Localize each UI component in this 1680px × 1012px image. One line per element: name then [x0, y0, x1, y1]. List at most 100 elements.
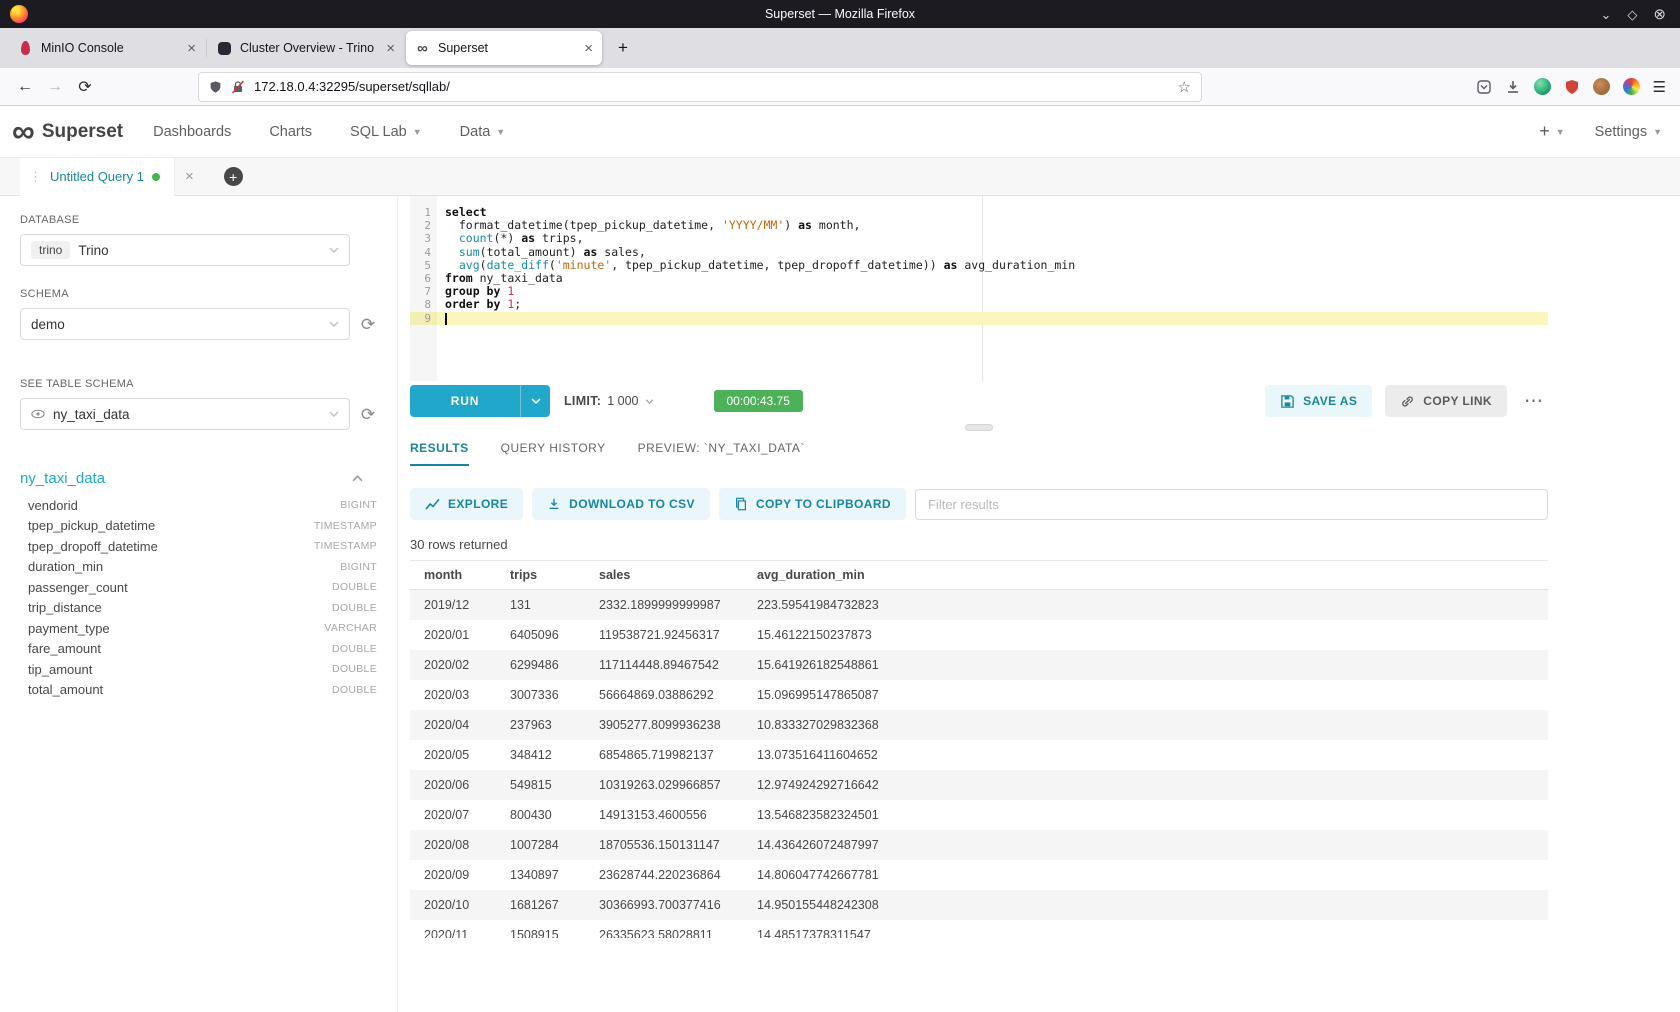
chart-line-icon: [425, 498, 440, 511]
nav-data[interactable]: Data▼: [460, 124, 506, 140]
results-cell: 119538721.92456317: [585, 620, 743, 650]
chevron-down-icon: ▼: [413, 127, 422, 137]
settings-menu[interactable]: Settings▼: [1595, 124, 1662, 140]
window-close-icon[interactable]: ⊗: [1653, 7, 1666, 22]
results-cell: 348412: [496, 740, 585, 770]
rows-returned-text: 30 rows returned: [410, 537, 1548, 552]
results-cell: 2019/12: [410, 590, 496, 621]
results-row: 2020/0780043014913153.460055613.54682358…: [410, 800, 1548, 830]
line-number: 8: [410, 298, 437, 311]
query-tab-close-icon[interactable]: ×: [185, 168, 194, 185]
new-tab-button[interactable]: +: [609, 34, 637, 62]
browser-tab-superset[interactable]: ∞ Superset ×: [406, 31, 602, 65]
results-cell: 14.950155448242308: [743, 890, 1548, 920]
refresh-table-icon[interactable]: ⟳: [359, 406, 377, 423]
results-column-header[interactable]: trips: [496, 561, 585, 590]
download-csv-button[interactable]: DOWNLOAD TO CSV: [532, 488, 710, 520]
results-cell: 14.436426072487997: [743, 830, 1548, 860]
nav-sql-lab[interactable]: SQL Lab▼: [350, 124, 422, 140]
url-bar[interactable]: 172.18.0.4:32295/superset/sqllab/ ☆: [198, 72, 1202, 102]
back-button[interactable]: ←: [10, 73, 40, 101]
menu-icon[interactable]: ☰: [1653, 78, 1666, 96]
results-cell: 1007284: [496, 830, 585, 860]
tracking-shield-icon[interactable]: [209, 80, 222, 94]
code-line: from ny_taxi_data: [437, 272, 1548, 285]
extension-green-icon[interactable]: [1534, 78, 1551, 95]
query-tab-active[interactable]: ⋮ Untitled Query 1: [20, 158, 175, 196]
drag-dots-icon[interactable]: ⋮: [29, 169, 42, 185]
results-row: 2020/026299486117114448.8946754215.64192…: [410, 650, 1548, 680]
results-cell: 2332.1899999999987: [585, 590, 743, 621]
results-column-header[interactable]: month: [410, 561, 496, 590]
column-type: TIMESTAMP: [314, 520, 377, 532]
extension-pinwheel-icon[interactable]: [1623, 78, 1640, 95]
cookie-extension-icon[interactable]: [1593, 78, 1610, 95]
nav-charts[interactable]: Charts: [269, 124, 312, 140]
refresh-schema-icon[interactable]: ⟳: [359, 316, 377, 333]
explore-button[interactable]: EXPLORE: [410, 488, 523, 520]
ublock-shield-icon[interactable]: [1564, 79, 1580, 95]
superset-logo[interactable]: ∞ Superset: [12, 119, 123, 145]
downloads-icon[interactable]: [1505, 79, 1521, 95]
filter-results-input[interactable]: [915, 489, 1548, 520]
results-cell: 6854865.719982137: [585, 740, 743, 770]
tab-results[interactable]: RESULTS: [410, 441, 469, 466]
schema-column-row: tpep_dropoff_datetimeTIMESTAMP: [20, 536, 377, 557]
table-select[interactable]: ny_taxi_data: [20, 398, 350, 430]
column-name: passenger_count: [28, 580, 128, 595]
header-plus-menu[interactable]: +▼: [1539, 121, 1564, 142]
chevron-down-icon: [329, 247, 339, 253]
schema-select[interactable]: demo: [20, 308, 350, 340]
results-cell: 2020/11: [410, 920, 496, 938]
run-button[interactable]: RUN: [410, 385, 520, 417]
copy-link-button[interactable]: COPY LINK: [1385, 385, 1507, 417]
database-select[interactable]: trino Trino: [20, 234, 350, 266]
collapse-table-icon[interactable]: [352, 475, 363, 482]
nav-dashboards[interactable]: Dashboards: [153, 124, 231, 140]
tab-title: MinIO Console: [41, 41, 181, 55]
superset-header: ∞ Superset Dashboards Charts SQL Lab▼ Da…: [0, 106, 1680, 158]
table-schema-label: SEE TABLE SCHEMA: [20, 378, 377, 390]
browser-tab-trino[interactable]: Cluster Overview - Trino ×: [208, 31, 404, 65]
column-name: fare_amount: [28, 641, 101, 656]
insecure-lock-icon[interactable]: [231, 80, 245, 94]
more-actions-button[interactable]: ⋯: [1520, 390, 1548, 413]
results-column-header[interactable]: sales: [585, 561, 743, 590]
results-column-header[interactable]: avg_duration_min: [743, 561, 1548, 590]
copy-icon: [734, 497, 748, 511]
column-name: total_amount: [28, 682, 103, 697]
database-value: Trino: [78, 243, 108, 258]
tab-close-icon[interactable]: ×: [584, 40, 593, 57]
results-cell: 2020/03: [410, 680, 496, 710]
results-row: 2020/016405096119538721.9245631715.46122…: [410, 620, 1548, 650]
pane-drag-handle[interactable]: [965, 424, 993, 431]
limit-dropdown[interactable]: LIMIT: 1 000: [564, 394, 654, 408]
results-cell: 14.806047742667781: [743, 860, 1548, 890]
window-maximize-icon[interactable]: ◇: [1627, 8, 1637, 21]
run-options-caret[interactable]: [520, 385, 550, 417]
column-type: VARCHAR: [324, 622, 377, 634]
code-line: [437, 312, 1548, 325]
code-line: format_datetime(tpep_pickup_datetime, 'Y…: [437, 219, 1548, 232]
browser-tab-minio[interactable]: MinIO Console ×: [9, 31, 205, 65]
tab-close-icon[interactable]: ×: [386, 40, 395, 57]
line-number: 5: [410, 259, 437, 272]
query-timer-badge: 00:00:43.75: [714, 390, 803, 412]
reload-button[interactable]: ⟳: [70, 73, 100, 101]
window-shade-icon[interactable]: ⌄: [1601, 8, 1612, 21]
tab-close-icon[interactable]: ×: [187, 40, 196, 57]
chevron-down-icon: [329, 411, 339, 417]
results-cell: 14.48517378311547: [743, 920, 1548, 938]
tab-preview[interactable]: PREVIEW: `NY_TAXI_DATA`: [638, 441, 805, 466]
url-text[interactable]: 172.18.0.4:32295/superset/sqllab/: [254, 79, 1169, 94]
sql-editor[interactable]: 123456789 select format_datetime(tpep_pi…: [410, 196, 1548, 381]
bookmark-star-icon[interactable]: ☆: [1178, 78, 1191, 96]
forward-button[interactable]: →: [40, 73, 70, 101]
table-name[interactable]: ny_taxi_data: [20, 470, 105, 487]
add-query-tab-button[interactable]: +: [224, 167, 243, 186]
tab-query-history[interactable]: QUERY HISTORY: [501, 441, 606, 466]
copy-to-clipboard-button[interactable]: COPY TO CLIPBOARD: [719, 488, 906, 520]
results-cell: 131: [496, 590, 585, 621]
pocket-icon[interactable]: [1476, 79, 1492, 95]
save-as-button[interactable]: SAVE AS: [1265, 385, 1372, 417]
